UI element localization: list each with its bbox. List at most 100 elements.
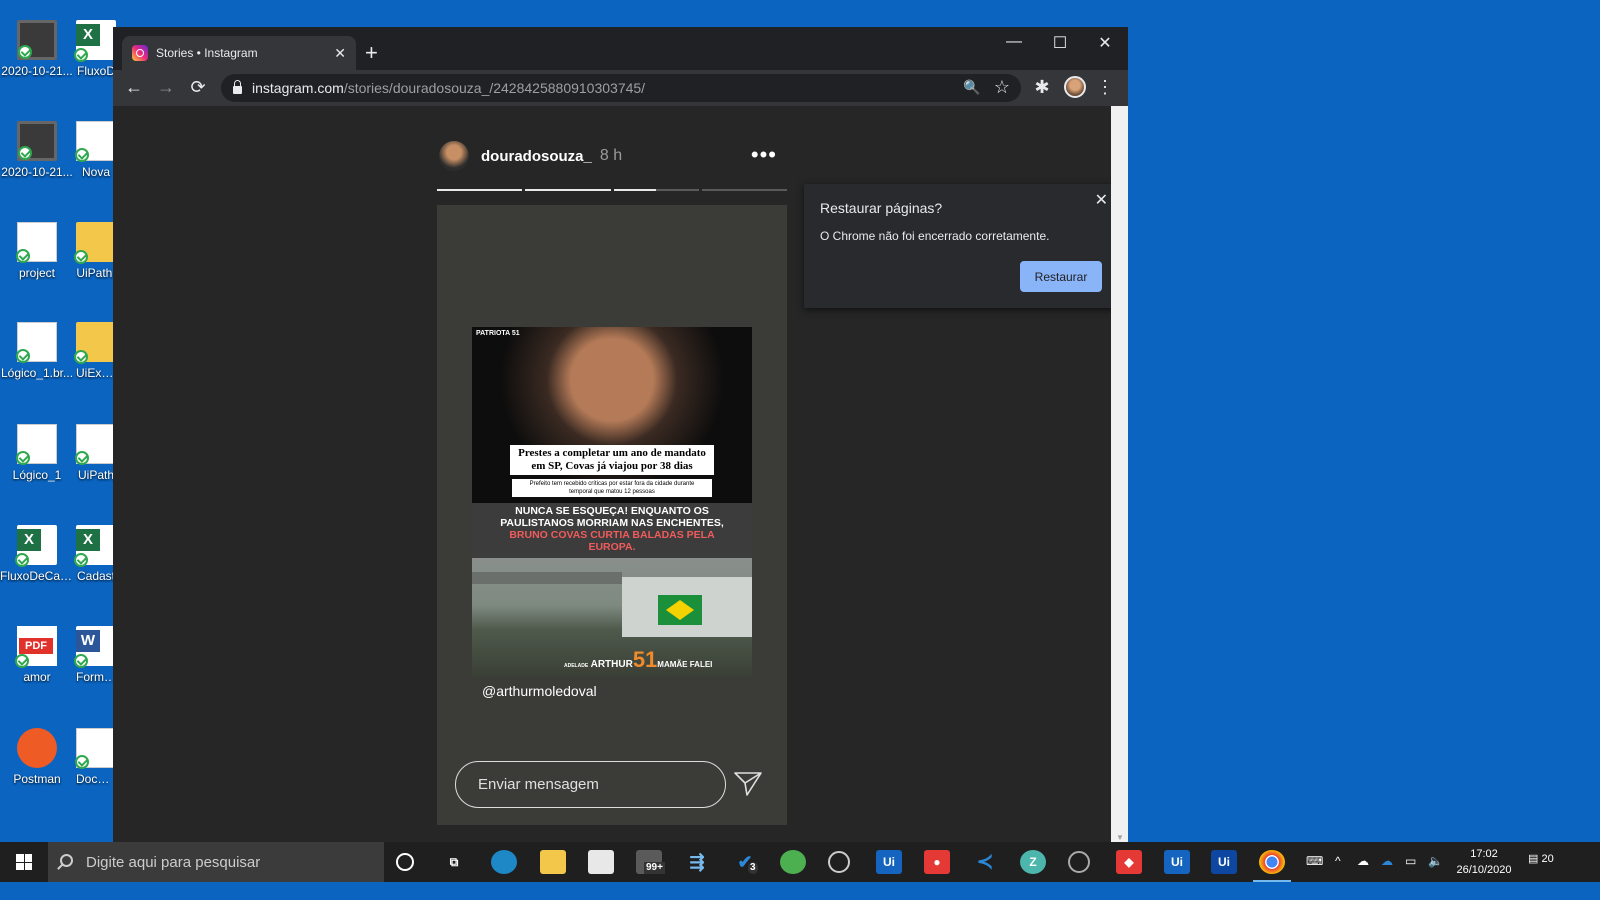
tab-title: Stories • Instagram	[156, 46, 258, 60]
sync-check-icon	[75, 451, 89, 465]
zoom-app-icon[interactable]: Z	[1020, 850, 1046, 874]
uipath-studio-icon[interactable]: Ui	[876, 850, 902, 874]
excel-icon: X	[15, 525, 57, 567]
tab-strip: Stories • Instagram ✕ + — ☐ ✕	[113, 27, 1128, 70]
desktop-icon-label: UiPath	[77, 468, 115, 482]
sync-check-icon	[15, 654, 29, 668]
subheadline-line: Prefeito tem recebido críticas por estar…	[529, 481, 695, 487]
reload-button[interactable]: ⟳	[187, 77, 209, 98]
excel-icon: X	[74, 20, 116, 62]
send-message-input[interactable]: Enviar mensagem	[455, 761, 726, 808]
desktop-icon-uipath-folder[interactable]: UiPath.	[74, 222, 116, 280]
extensions-puzzle-icon[interactable]: ✱	[1031, 77, 1053, 98]
desktop-icon-fluxodecaixa[interactable]: X FluxoDeCaixa	[0, 525, 74, 583]
desktop-icon-documento[interactable]: Docum Estagi	[75, 728, 116, 786]
taskbar-clock[interactable]: 17:02 26/10/2020	[1452, 846, 1516, 878]
keyboard-icon[interactable]: ⌨	[1306, 854, 1323, 868]
desktop-icon-screenshot-1[interactable]: 2020-10-21...	[0, 20, 74, 78]
desktop-icon-label: Lógico_1	[12, 468, 62, 482]
forward-button[interactable]: →	[155, 77, 177, 98]
store-icon[interactable]	[588, 850, 614, 874]
maximize-button[interactable]: ☐	[1037, 33, 1083, 53]
desktop-icon-formulario[interactable]: W Formu Entrevis	[74, 626, 116, 684]
uipath-robot-icon[interactable]: Ui	[1211, 850, 1237, 874]
send-direct-icon[interactable]	[733, 771, 763, 797]
edge-browser-icon[interactable]	[491, 850, 517, 874]
chrome-menu-icon[interactable]: ⋮	[1094, 77, 1116, 98]
new-tab-button[interactable]: +	[365, 40, 378, 66]
desktop-icon-uipath[interactable]: UiPath	[75, 424, 116, 482]
onedrive-icon[interactable]: ☁	[1357, 854, 1369, 868]
desktop-icon-postman[interactable]: Postman	[0, 728, 74, 786]
onedrive-business-icon[interactable]: ☁	[1381, 854, 1393, 868]
lock-icon[interactable]	[233, 80, 242, 94]
connect-icon[interactable]: ⇶	[684, 850, 710, 874]
minimize-button[interactable]: —	[991, 33, 1037, 51]
sync-check-icon	[18, 45, 32, 59]
tab-close-icon[interactable]: ✕	[334, 45, 346, 62]
desktop-icon-label: Lógico_1.br...	[0, 366, 74, 380]
start-button[interactable]	[0, 842, 48, 882]
taskbar-search[interactable]: Digite aqui para pesquisar	[48, 842, 384, 882]
document-icon	[75, 728, 116, 769]
desktop-icon-fluxod[interactable]: X FluxoD	[74, 20, 116, 78]
story-mention[interactable]: @arthurmoledoval	[482, 683, 597, 699]
tab-instagram-stories[interactable]: Stories • Instagram ✕	[122, 36, 356, 70]
desktop-icon-label: FluxoD	[76, 64, 115, 78]
desktop-icon-logico[interactable]: Lógico_1	[0, 424, 74, 482]
back-button[interactable]: ←	[123, 77, 145, 98]
vscode-icon[interactable]: ≺	[972, 850, 998, 874]
desktop-icon-label: amor	[23, 670, 51, 684]
page-scrollbar[interactable]: ▼	[1111, 106, 1128, 844]
todo-icon[interactable]: ✔ 3	[732, 850, 758, 874]
story-username[interactable]: douradosouza_	[481, 148, 592, 165]
story-user-avatar[interactable]	[437, 139, 471, 173]
tray-expand-icon[interactable]: ^	[1335, 854, 1341, 868]
zoom-icon[interactable]: 🔍	[961, 79, 983, 96]
chrome-taskbar-icon[interactable]	[1253, 850, 1291, 882]
profile-avatar[interactable]	[1064, 76, 1086, 98]
browser-toolbar: ← → ⟳ instagram.com/stories/douradosouza…	[113, 70, 1128, 106]
desktop-icon-amor[interactable]: PDF amor	[0, 626, 74, 684]
desktop-icon-label: Postman	[13, 772, 61, 786]
sync-check-icon	[15, 553, 29, 567]
desktop-icon-uiexplorer[interactable]: UiExplo	[74, 322, 116, 380]
file-explorer-icon[interactable]	[540, 850, 566, 874]
shield-icon[interactable]	[780, 850, 806, 874]
desktop-icon-nova[interactable]: Nova	[75, 121, 116, 179]
desktop-icon-label: Cadast	[76, 569, 116, 583]
desktop-icon-project[interactable]: project	[0, 222, 74, 280]
caption-band: NUNCA SE ESQUEÇA! ENQUANTO OS PAULISTANO…	[472, 503, 752, 558]
volume-icon[interactable]: 🔈	[1428, 854, 1443, 868]
restore-button[interactable]: Restaurar	[1020, 261, 1102, 292]
story-content[interactable]: PATRIOTA 51 Prestes a completar um ano d…	[437, 205, 787, 825]
dialog-title: Restaurar páginas?	[820, 200, 943, 216]
task-view-icon[interactable]: ⧉	[441, 850, 467, 874]
anydesk-icon[interactable]: ◆	[1116, 850, 1142, 874]
sync-check-icon	[16, 451, 30, 465]
sync-check-icon	[16, 349, 30, 363]
record-icon[interactable]: ●	[924, 850, 950, 874]
address-bar[interactable]: instagram.com/stories/douradosouza_/2428…	[221, 74, 1021, 102]
cortana-icon[interactable]	[396, 853, 414, 871]
notification-center-icon[interactable]: ▤ 20	[1528, 852, 1554, 865]
search-icon	[60, 854, 73, 867]
obs-icon[interactable]	[828, 851, 850, 873]
brazil-flag-mural	[658, 595, 702, 625]
more-options-icon[interactable]: •••	[751, 142, 777, 168]
scroll-down-arrow-icon[interactable]: ▼	[1116, 833, 1124, 842]
desktop-icon-logico-br[interactable]: Lógico_1.br...	[0, 322, 74, 380]
dialog-close-icon[interactable]: ✕	[1095, 190, 1108, 210]
progress-segment	[613, 189, 699, 191]
progress-fill	[437, 189, 523, 191]
uipath-assistant-icon[interactable]: Ui	[1164, 850, 1190, 874]
bookmark-star-icon[interactable]: ☆	[991, 77, 1013, 98]
settings-gear-icon[interactable]	[1068, 851, 1090, 873]
close-window-button[interactable]: ✕	[1082, 33, 1128, 53]
desktop-icon-label: project	[18, 266, 56, 280]
desktop-icon-screenshot-2[interactable]: 2020-10-21...	[0, 121, 74, 179]
desktop-icon-cadastro[interactable]: X Cadast	[74, 525, 116, 583]
folder-icon	[74, 322, 116, 364]
mail-icon[interactable]: 99+	[636, 850, 665, 874]
network-icon[interactable]: ▭	[1405, 854, 1416, 868]
